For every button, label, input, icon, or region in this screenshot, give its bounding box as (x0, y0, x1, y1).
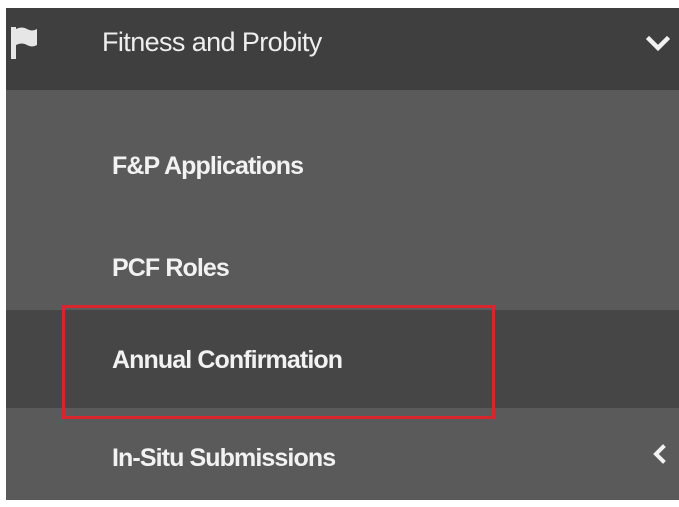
menu-item-label: Annual Confirmation (112, 346, 343, 374)
menu-item-label: In-Situ Submissions (112, 444, 336, 472)
menu-item-in-situ-submissions[interactable]: In-Situ Submissions (6, 408, 679, 500)
menu-header-fitness-and-probity[interactable]: Fitness and Probity (6, 8, 679, 90)
menu-item-annual-confirmation[interactable]: Annual Confirmation (6, 310, 679, 408)
menu-item-pcf-roles[interactable]: PCF Roles (6, 212, 679, 310)
chevron-down-icon[interactable] (645, 34, 671, 54)
chevron-left-icon[interactable] (652, 444, 666, 464)
sidebar-menu: Fitness and Probity F&P Applications PCF… (6, 8, 679, 500)
menu-item-label: F&P Applications (112, 152, 304, 180)
flag-icon (10, 26, 38, 60)
menu-item-label: PCF Roles (112, 254, 230, 282)
menu-item-fp-applications[interactable]: F&P Applications (6, 112, 679, 212)
menu-header-title: Fitness and Probity (102, 27, 322, 57)
